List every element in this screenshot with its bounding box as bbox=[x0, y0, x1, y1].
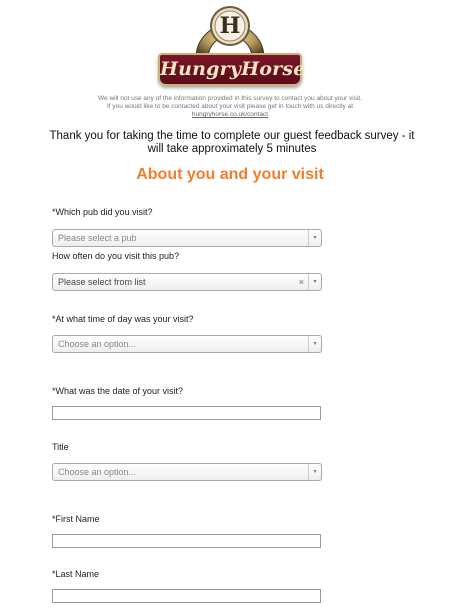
last-name-label: *Last Name bbox=[52, 569, 100, 579]
title-label: Title bbox=[52, 442, 69, 452]
hungry-horse-logo: H HungryHorse bbox=[0, 0, 460, 92]
chevron-down-icon: ▾ bbox=[308, 274, 321, 290]
frequency-select-value: Please select from list bbox=[58, 277, 146, 287]
time-label: *At what time of day was your visit? bbox=[52, 314, 194, 324]
privacy-line-1: We will not use any of the information p… bbox=[98, 95, 362, 102]
time-select[interactable]: Choose an option... ▾ bbox=[52, 335, 322, 353]
pub-select-value: Please select a pub bbox=[58, 233, 137, 243]
date-label: *What was the date of your visit? bbox=[52, 386, 184, 396]
first-name-label: *First Name bbox=[52, 514, 100, 524]
chevron-down-icon: ▾ bbox=[308, 230, 321, 246]
emblem-letter: H bbox=[220, 13, 241, 39]
privacy-notice: We will not use any of the information p… bbox=[60, 95, 400, 119]
frequency-select[interactable]: Please select from list × ▾ bbox=[52, 273, 322, 291]
privacy-line-2: If you would like to be contacted about … bbox=[106, 103, 354, 110]
first-name-input[interactable] bbox=[52, 534, 321, 548]
pub-label: *Which pub did you visit? bbox=[52, 207, 153, 217]
logo-banner: HungryHorse bbox=[158, 53, 306, 86]
contact-link[interactable]: hungryhorse.co.uk/contact bbox=[60, 111, 400, 119]
section-title: About you and your visit bbox=[136, 166, 324, 183]
title-select[interactable]: Choose an option... ▾ bbox=[52, 463, 322, 481]
title-select-value: Choose an option... bbox=[58, 467, 137, 477]
last-name-input[interactable] bbox=[52, 589, 321, 603]
logo-text: HungryHorse bbox=[160, 58, 306, 80]
chevron-down-icon: ▾ bbox=[308, 464, 321, 480]
pub-select[interactable]: Please select a pub ▾ bbox=[52, 229, 322, 247]
date-input[interactable] bbox=[52, 406, 321, 420]
time-select-value: Choose an option... bbox=[58, 339, 137, 349]
frequency-label: How often do you visit this pub? bbox=[52, 251, 180, 261]
horseshoe-emblem-icon: H bbox=[195, 6, 265, 58]
clear-icon[interactable]: × bbox=[299, 274, 304, 290]
chevron-down-icon: ▾ bbox=[308, 336, 321, 352]
intro-text: Thank you for taking the time to complet… bbox=[49, 130, 415, 155]
